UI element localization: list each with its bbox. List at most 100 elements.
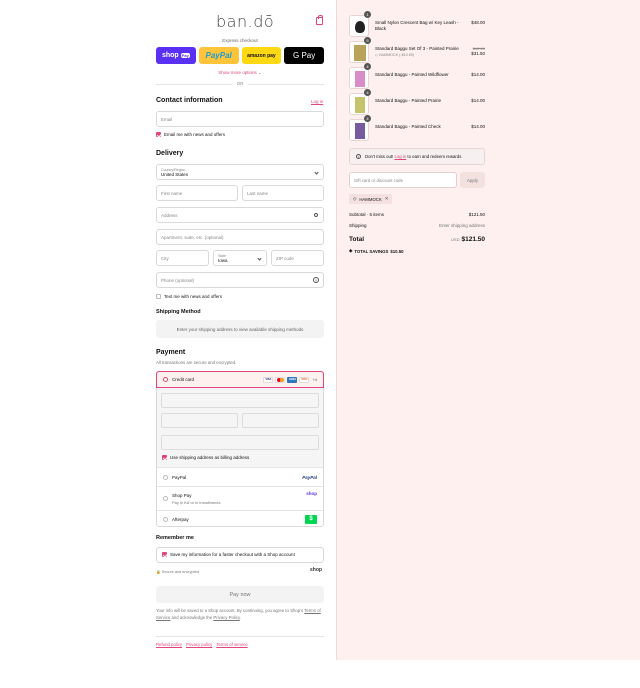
- secure-label: Secure and encrypted: [161, 570, 199, 574]
- rewards-suffix: to earn and redeem rewards: [407, 154, 462, 159]
- apartment-field[interactable]: Apartment, suite, etc. (optional): [156, 229, 324, 245]
- checkbox-checked-icon[interactable]: [156, 132, 161, 137]
- legal-end: .: [239, 614, 241, 620]
- quantity-badge: 4: [364, 115, 371, 122]
- security-code-field[interactable]: [242, 413, 319, 428]
- remove-discount-icon[interactable]: ✕: [385, 196, 389, 202]
- radio-icon[interactable]: [163, 475, 168, 480]
- email-news-checkbox[interactable]: Email me with news and offers: [156, 132, 225, 137]
- cart-item: 5 Standard Baggu Set Of 3 - Painted Prai…: [349, 37, 485, 63]
- checkbox-checked-icon[interactable]: [162, 455, 167, 460]
- paypal-option-label: PayPal: [172, 475, 187, 480]
- checkbox-unchecked-icon[interactable]: [156, 294, 161, 299]
- last-name-placeholder: Last name: [247, 190, 269, 196]
- item-price: $14.00: [471, 72, 485, 77]
- item-price: $14.00: [471, 124, 485, 129]
- country-select[interactable]: Country/Region United States: [156, 164, 324, 180]
- total-value: $121.50: [461, 236, 486, 243]
- show-more-options-link[interactable]: Show more options ⌄: [156, 70, 324, 76]
- email-field[interactable]: Email: [156, 111, 324, 127]
- divider: [157, 486, 323, 487]
- card-number-field[interactable]: [161, 393, 319, 408]
- address-placeholder: Address: [161, 212, 178, 218]
- shipping-method-notice: Enter your shipping address to view avai…: [156, 320, 324, 338]
- rewards-login-link[interactable]: Log in: [395, 154, 407, 159]
- shipping-label: Shipping: [349, 223, 367, 228]
- shop-pay-button[interactable]: shop Pay: [156, 47, 196, 64]
- phone-field[interactable]: Phone (optional)?: [156, 272, 324, 288]
- shop-pay-subtext: Pay in full or in installments: [172, 499, 221, 505]
- privacy-policy-link[interactable]: Privacy policy: [186, 642, 212, 647]
- name-on-card-field[interactable]: [161, 435, 319, 450]
- help-icon[interactable]: ?: [313, 277, 319, 283]
- shop-pay-option-label: Shop Pay: [172, 492, 192, 498]
- login-link[interactable]: Log in: [311, 99, 323, 104]
- paypal-option[interactable]: PayPal PayPal: [157, 469, 323, 486]
- tag-icon: ◇: [353, 196, 357, 201]
- contact-title: Contact information: [156, 97, 223, 104]
- discount-placeholder: Gift card or discount code: [354, 177, 403, 183]
- city-field[interactable]: City: [156, 250, 209, 266]
- afterpay-logo: $: [305, 514, 317, 524]
- shop-pay-text: Shop Pay Pay in full or in installments: [172, 493, 220, 505]
- total-label: Total: [349, 236, 365, 243]
- save-info-label: Save my information for a faster checkou…: [170, 552, 295, 557]
- product-thumbnail: [349, 93, 369, 115]
- product-image: [355, 21, 365, 33]
- amazon-pay-button[interactable]: amazon pay: [241, 47, 282, 64]
- quantity-badge: 5: [364, 37, 371, 44]
- remember-box: Save my information for a faster checkou…: [156, 547, 324, 563]
- afterpay-option-label: Afterpay: [172, 516, 189, 522]
- subtotal-value: $121.50: [468, 212, 485, 217]
- discount-code-input[interactable]: Gift card or discount code: [349, 172, 457, 188]
- product-thumbnail: [349, 67, 369, 89]
- shop-logo: shop: [310, 567, 322, 573]
- text-news-checkbox[interactable]: Text me with news and offers: [156, 294, 222, 299]
- refund-policy-link[interactable]: Refund policy: [156, 642, 182, 647]
- radio-icon[interactable]: [163, 516, 168, 522]
- or-divider: OR: [156, 81, 324, 86]
- shipping-row: Shipping Enter shipping address: [349, 223, 485, 228]
- first-name-field[interactable]: First name: [156, 185, 238, 201]
- address-field[interactable]: Address: [156, 207, 324, 223]
- credit-card-option[interactable]: Credit card VISA AMEX DISC +4: [156, 371, 324, 388]
- amex-icon: AMEX: [287, 376, 298, 383]
- item-details: Standard Baggu Set Of 3 - Painted Prairi…: [375, 46, 463, 58]
- zip-field[interactable]: ZIP code: [271, 250, 324, 266]
- cart-bag-icon[interactable]: [316, 15, 323, 25]
- apply-button[interactable]: Apply: [460, 172, 485, 188]
- save-info-checkbox[interactable]: Save my information for a faster checkou…: [162, 552, 295, 557]
- legal-line: Your info will be saved to a Shop accoun…: [156, 608, 304, 613]
- checkbox-checked-icon[interactable]: [162, 552, 167, 557]
- discount-line: ◇ HAMMOCK (-$10.50): [375, 53, 415, 57]
- billing-same-checkbox[interactable]: Use shipping address as billing address: [162, 455, 249, 460]
- state-select[interactable]: State Iowa: [213, 250, 267, 266]
- brand-logo[interactable]: ban.dō: [216, 12, 274, 31]
- total-row: Total USD $121.50: [349, 236, 485, 243]
- radio-selected-icon[interactable]: [163, 377, 168, 382]
- shop-pay-logo: shop: [306, 491, 317, 496]
- last-name-field[interactable]: Last name: [242, 185, 324, 201]
- terms-of-service-link[interactable]: Terms of service: [216, 642, 247, 647]
- quantity-badge: 4: [364, 63, 371, 70]
- zip-placeholder: ZIP code: [276, 255, 294, 261]
- expiration-field[interactable]: [161, 413, 238, 428]
- cart-item: 1 Small Nylon Crescent Bag w/ Key Leash …: [349, 11, 485, 37]
- privacy-link[interactable]: Privacy Policy: [213, 615, 239, 620]
- product-thumbnail: [349, 15, 369, 37]
- paypal-button[interactable]: PayPal: [198, 47, 239, 64]
- item-name: Standard Baggu - Painted Check: [375, 124, 441, 129]
- payment-methods: Credit card VISA AMEX DISC +4 Use shippi…: [156, 371, 324, 527]
- email-placeholder: Email: [161, 116, 173, 122]
- radio-icon[interactable]: [163, 496, 168, 501]
- google-pay-button[interactable]: G Pay: [284, 47, 324, 64]
- visa-icon: VISA: [263, 376, 274, 383]
- afterpay-option[interactable]: Afterpay $: [157, 511, 323, 527]
- cart-item: 4 Standard Baggu - Painted Wildflower $1…: [349, 63, 485, 89]
- shop-pay-option[interactable]: Shop Pay Pay in full or in installments …: [157, 488, 323, 509]
- shop-pay-label: shop: [161, 52, 179, 59]
- pay-now-button[interactable]: Pay now: [156, 586, 324, 603]
- delivery-title: Delivery: [156, 150, 184, 157]
- cart-item: 4 Standard Baggu - Painted Check $14.00: [349, 115, 485, 141]
- legal-text: Your info will be saved to a Shop accoun…: [156, 608, 324, 621]
